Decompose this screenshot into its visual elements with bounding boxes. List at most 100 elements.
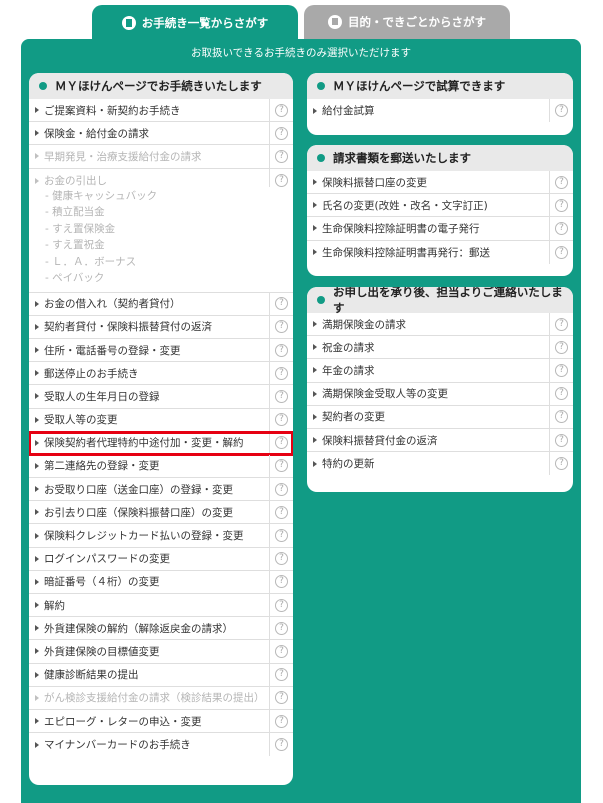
procedure-item[interactable]: 契約者貸付・保険料振替貸付の返済? xyxy=(29,315,293,339)
procedure-item[interactable]: 外貨建保険の目標値変更? xyxy=(29,640,293,664)
tab-purpose-search[interactable]: 目的・できごとからさがす xyxy=(304,5,510,39)
procedure-item[interactable]: ご提案資料・新契約お手続き? xyxy=(29,99,293,123)
procedure-link[interactable]: 健康診断結果の提出 xyxy=(29,667,269,682)
help-button[interactable]: ? xyxy=(269,145,293,168)
procedure-link[interactable]: お引去り口座（保険料振替口座）の変更 xyxy=(29,505,269,520)
procedure-link[interactable]: 契約者貸付・保険料振替貸付の返済 xyxy=(29,319,269,334)
procedure-item[interactable]: 保険料振替貸付金の返済? xyxy=(307,428,573,453)
help-button[interactable]: ? xyxy=(549,336,573,359)
help-button[interactable]: ? xyxy=(269,686,293,709)
procedure-item[interactable]: 住所・電話番号の登録・変更? xyxy=(29,338,293,363)
help-button[interactable]: ? xyxy=(269,385,293,408)
help-button[interactable]: ? xyxy=(269,709,293,733)
help-button[interactable]: ? xyxy=(269,408,293,431)
procedure-link[interactable]: 受取人等の変更 xyxy=(29,412,269,427)
help-button[interactable]: ? xyxy=(269,478,293,501)
help-button[interactable]: ? xyxy=(269,431,293,454)
help-button[interactable]: ? xyxy=(269,454,293,478)
procedure-item[interactable]: 保険契約者代理特約中途付加・変更・解約? xyxy=(29,430,293,456)
procedure-link[interactable]: 保険契約者代理特約中途付加・変更・解約 xyxy=(29,435,269,450)
help-button[interactable]: ? xyxy=(549,452,573,476)
procedure-link[interactable]: エピローグ・レターの申込・変更 xyxy=(29,714,269,729)
help-button[interactable]: ? xyxy=(549,217,573,240)
help-button[interactable]: ? xyxy=(549,171,573,194)
procedure-item[interactable]: マイナンバーカードのお手続き? xyxy=(29,733,293,757)
procedure-item[interactable]: お金の借入れ（契約者貸付）? xyxy=(29,292,293,316)
procedure-link[interactable]: お受取り口座（送金口座）の登録・変更 xyxy=(29,482,269,497)
procedure-item[interactable]: 祝金の請求? xyxy=(307,336,573,360)
help-button[interactable]: ? xyxy=(549,428,573,452)
procedure-link[interactable]: 外貨建保険の目標値変更 xyxy=(29,644,269,659)
help-button[interactable]: ? xyxy=(269,547,293,570)
procedure-link[interactable]: ご提案資料・新契約お手続き xyxy=(29,103,269,118)
procedure-link[interactable]: お金の借入れ（契約者貸付） xyxy=(29,296,269,311)
help-button[interactable]: ? xyxy=(549,359,573,382)
procedure-link[interactable]: 保険料クレジットカード払いの登録・変更 xyxy=(29,528,269,543)
procedure-link[interactable]: 生命保険料控除証明書の電子発行 xyxy=(307,221,549,236)
procedure-item[interactable]: 受取人の生年月日の登録? xyxy=(29,385,293,409)
help-button[interactable]: ? xyxy=(269,99,293,122)
help-button[interactable]: ? xyxy=(269,570,293,593)
help-button[interactable]: ? xyxy=(269,315,293,338)
help-button[interactable]: ? xyxy=(549,405,573,428)
procedure-item[interactable]: 健康診断結果の提出? xyxy=(29,663,293,687)
help-button[interactable]: ? xyxy=(269,338,293,362)
procedure-item[interactable]: エピローグ・レターの申込・変更? xyxy=(29,709,293,734)
procedure-item[interactable]: 暗証番号（４桁）の変更? xyxy=(29,570,293,594)
procedure-item[interactable]: 満期保険金の請求? xyxy=(307,313,573,337)
help-button[interactable]: ? xyxy=(269,122,293,145)
procedure-item[interactable]: 保険金・給付金の請求? xyxy=(29,122,293,146)
procedure-item[interactable]: 生命保険料控除証明書の電子発行? xyxy=(307,217,573,241)
help-button[interactable]: ? xyxy=(269,362,293,385)
help-button[interactable]: ? xyxy=(269,640,293,663)
procedure-item[interactable]: 年金の請求? xyxy=(307,359,573,383)
procedure-link[interactable]: ログインパスワードの変更 xyxy=(29,551,269,566)
help-button[interactable]: ? xyxy=(269,292,293,315)
help-button[interactable]: ? xyxy=(549,240,573,264)
help-button[interactable]: ? xyxy=(269,594,293,617)
procedure-item[interactable]: 第二連絡先の登録・変更? xyxy=(29,454,293,479)
help-button[interactable]: ? xyxy=(549,99,573,123)
procedure-item[interactable]: 特約の更新? xyxy=(307,452,573,476)
help-button[interactable]: ? xyxy=(269,168,293,187)
procedure-link[interactable]: 年金の請求 xyxy=(307,363,549,378)
procedure-link[interactable]: 外貨建保険の解約（解除返戻金の請求） xyxy=(29,621,269,636)
procedure-item[interactable]: お受取り口座（送金口座）の登録・変更? xyxy=(29,478,293,502)
procedure-item[interactable]: 解約? xyxy=(29,594,293,618)
procedure-item[interactable]: お引去り口座（保険料振替口座）の変更? xyxy=(29,501,293,525)
help-button[interactable]: ? xyxy=(269,617,293,640)
help-button[interactable]: ? xyxy=(549,194,573,217)
procedure-item[interactable]: 郵送停止のお手続き? xyxy=(29,362,293,386)
procedure-link[interactable]: 第二連絡先の登録・変更 xyxy=(29,458,269,473)
help-button[interactable]: ? xyxy=(549,382,573,405)
procedure-link[interactable]: 保険金・給付金の請求 xyxy=(29,126,269,141)
procedure-link[interactable]: 解約 xyxy=(29,598,269,613)
help-button[interactable]: ? xyxy=(269,733,293,757)
procedure-item[interactable]: 契約者の変更? xyxy=(307,405,573,429)
procedure-link[interactable]: 氏名の変更(改姓・改名・文字訂正) xyxy=(307,198,549,213)
procedure-link[interactable]: 保険料振替口座の変更 xyxy=(307,175,549,190)
help-button[interactable]: ? xyxy=(269,524,293,547)
procedure-link[interactable]: 郵送停止のお手続き xyxy=(29,366,269,381)
help-button[interactable]: ? xyxy=(269,501,293,524)
procedure-item[interactable]: 給付金試算? xyxy=(307,99,573,123)
procedure-link[interactable]: 祝金の請求 xyxy=(307,340,549,355)
procedure-link[interactable]: 満期保険金の請求 xyxy=(307,317,549,332)
procedure-item[interactable]: 満期保険金受取人等の変更? xyxy=(307,382,573,406)
help-button[interactable]: ? xyxy=(269,663,293,686)
procedure-item[interactable]: 外貨建保険の解約（解除返戻金の請求）? xyxy=(29,617,293,641)
procedure-link[interactable]: 暗証番号（４桁）の変更 xyxy=(29,574,269,589)
procedure-item[interactable]: 保険料クレジットカード払いの登録・変更? xyxy=(29,524,293,548)
procedure-item[interactable]: 受取人等の変更? xyxy=(29,408,293,432)
procedure-link[interactable]: 給付金試算 xyxy=(307,103,549,118)
procedure-link[interactable]: 受取人の生年月日の登録 xyxy=(29,389,269,404)
procedure-item[interactable]: 保険料振替口座の変更? xyxy=(307,171,573,195)
procedure-link[interactable]: 満期保険金受取人等の変更 xyxy=(307,386,549,401)
procedure-link[interactable]: 特約の更新 xyxy=(307,456,549,471)
procedure-item[interactable]: 氏名の変更(改姓・改名・文字訂正)? xyxy=(307,194,573,218)
tab-procedure-list[interactable]: お手続き一覧からさがす xyxy=(92,5,298,41)
procedure-link[interactable]: 契約者の変更 xyxy=(307,409,549,424)
procedure-link[interactable]: マイナンバーカードのお手続き xyxy=(29,737,269,752)
procedure-item[interactable]: 生命保険料控除証明書再発行：郵送? xyxy=(307,240,573,264)
help-button[interactable]: ? xyxy=(549,313,573,336)
